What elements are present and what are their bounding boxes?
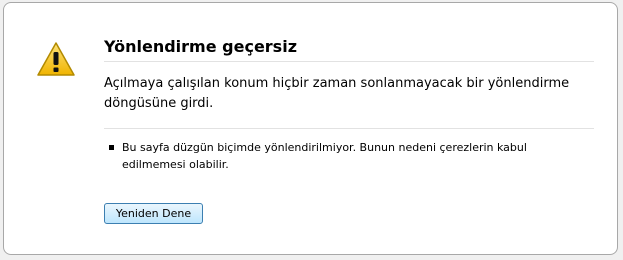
- error-page-container: Yönlendirme geçersiz Açılmaya çalışılan …: [3, 2, 618, 255]
- error-details-list: Bu sayfa düzgün biçimde yönlendirilmiyor…: [104, 139, 594, 173]
- title-divider: [104, 61, 594, 62]
- error-description: Açılmaya çalışılan konum hiçbir zaman so…: [104, 76, 570, 111]
- retry-button[interactable]: Yeniden Dene: [104, 203, 203, 224]
- warning-icon: [37, 42, 75, 76]
- error-detail-item: Bu sayfa düzgün biçimde yönlendirilmiyor…: [108, 139, 594, 173]
- description-divider: [104, 128, 594, 129]
- error-content: Yönlendirme geçersiz Açılmaya çalışılan …: [104, 33, 594, 173]
- error-title: Yönlendirme geçersiz: [104, 37, 297, 56]
